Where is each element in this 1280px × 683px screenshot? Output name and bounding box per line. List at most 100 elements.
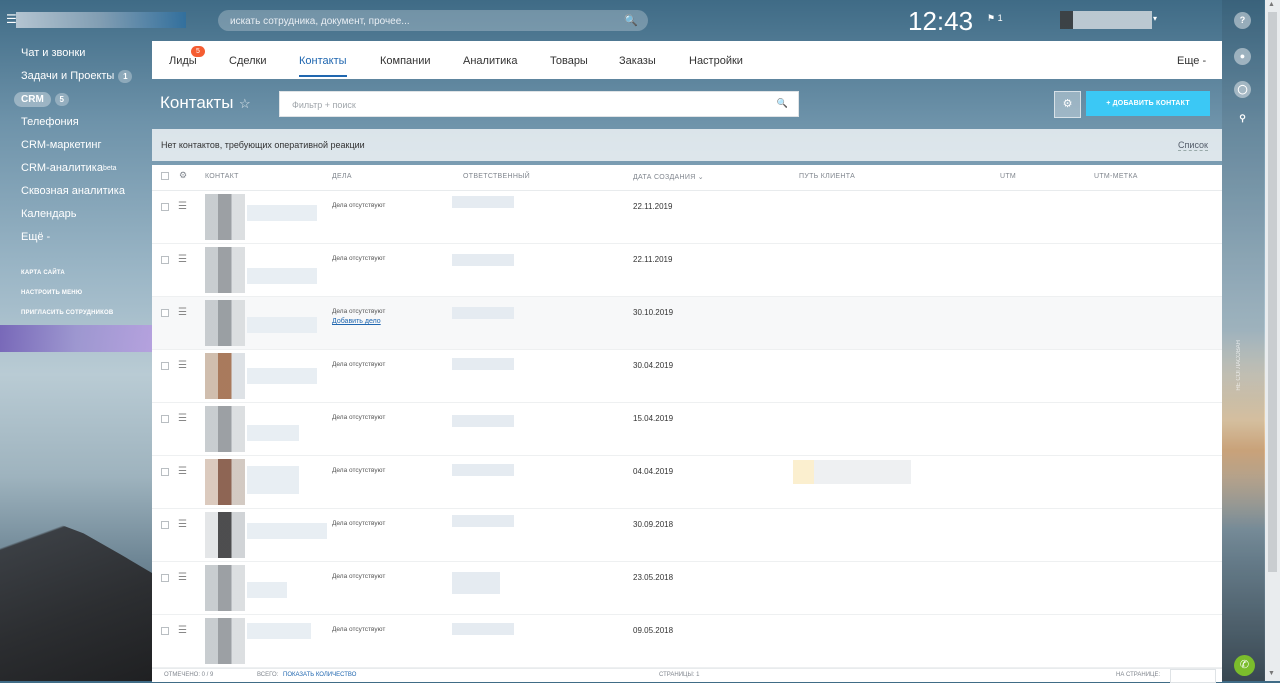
client-path[interactable] (793, 460, 911, 484)
user-avatar-name[interactable] (1060, 11, 1152, 29)
contact-name[interactable] (247, 466, 299, 494)
column-utm[interactable]: UTM (1000, 173, 1016, 180)
column-utm-tag[interactable]: UTM-МЕТКА (1094, 173, 1138, 180)
tab-companies[interactable]: Компании (380, 55, 431, 67)
column-deals[interactable]: ДЕЛА (332, 173, 352, 180)
table-row[interactable]: ☰ Дела отсутствуют 22.11.2019 (152, 244, 1222, 297)
filter-search-input[interactable] (290, 92, 764, 118)
add-deal-link[interactable]: Добавить дело (332, 318, 381, 325)
responsible-user[interactable] (452, 515, 514, 527)
menu-configure[interactable]: НАСТРОИТЬ МЕНЮ (0, 283, 152, 303)
row-checkbox[interactable] (161, 627, 169, 635)
promo-banner[interactable] (0, 325, 152, 352)
flag-counter[interactable]: ⚑ 1 (987, 13, 1003, 24)
column-created-date[interactable]: ДАТА СОЗДАНИЯ ⌄ (633, 173, 704, 181)
table-row[interactable]: ☰ Дела отсутствуют 15.04.2019 (152, 403, 1222, 456)
star-icon[interactable]: ☆ (239, 96, 251, 112)
table-row[interactable]: ☰ Дела отсутствуют 30.04.2019 (152, 350, 1222, 403)
column-settings-gear-icon[interactable]: ⚙ (179, 170, 187, 181)
row-checkbox[interactable] (161, 309, 169, 317)
column-contact[interactable]: КОНТАКТ (205, 173, 239, 180)
avatar[interactable] (205, 459, 245, 505)
tab-deals[interactable]: Сделки (229, 55, 267, 67)
contact-name[interactable] (247, 317, 317, 333)
menu-item-calendar[interactable]: Календарь (0, 203, 152, 226)
help-icon[interactable]: ? (1234, 12, 1251, 29)
row-checkbox[interactable] (161, 574, 169, 582)
responsible-user[interactable] (452, 415, 514, 427)
menu-item-end-to-end-analytics[interactable]: Сквозная аналитика (0, 180, 152, 203)
responsible-user[interactable] (452, 358, 514, 370)
contact-name[interactable] (247, 205, 317, 221)
show-count-link[interactable]: ПОКАЗАТЬ КОЛИЧЕСТВО (283, 672, 356, 678)
tab-analytics[interactable]: Аналитика (463, 55, 517, 67)
column-client-path[interactable]: ПУТЬ КЛИЕНТА (799, 173, 855, 180)
responsible-user[interactable] (452, 572, 500, 594)
tab-settings[interactable]: Настройки (689, 55, 743, 67)
scroll-up-icon[interactable]: ▲ (1268, 1, 1275, 8)
contact-name[interactable] (247, 623, 311, 639)
avatar[interactable] (205, 618, 245, 664)
tab-orders[interactable]: Заказы (619, 55, 656, 67)
row-menu-icon[interactable]: ☰ (178, 519, 187, 530)
responsible-user[interactable] (452, 464, 514, 476)
clock[interactable]: 12:43 (908, 6, 973, 37)
row-checkbox[interactable] (161, 521, 169, 529)
row-checkbox[interactable] (161, 203, 169, 211)
tab-products[interactable]: Товары (550, 55, 588, 67)
portal-logo[interactable] (16, 12, 186, 28)
menu-item-tasks[interactable]: Задачи и Проекты 1 (0, 65, 152, 88)
row-checkbox[interactable] (161, 468, 169, 476)
page-scrollbar[interactable]: ▲ ▼ (1265, 0, 1280, 681)
search-icon[interactable]: ⚲ (1234, 110, 1251, 127)
search-icon[interactable]: 🔍 (777, 98, 788, 109)
avatar[interactable] (205, 565, 245, 611)
menu-item-crm-analytics[interactable]: CRM-аналитикаbeta (0, 157, 152, 180)
search-icon[interactable]: 🔍 (624, 14, 638, 27)
contact-name[interactable] (247, 582, 287, 598)
row-menu-icon[interactable]: ☰ (178, 360, 187, 371)
row-menu-icon[interactable]: ☰ (178, 201, 187, 212)
view-list-toggle[interactable]: Список (1178, 140, 1208, 151)
tab-contacts[interactable]: Контакты (299, 55, 347, 77)
avatar[interactable] (205, 406, 245, 452)
responsible-user[interactable] (452, 623, 514, 635)
add-contact-button[interactable]: + ДОБАВИТЬ КОНТАКТ (1086, 91, 1210, 116)
chevron-down-icon[interactable]: ▾ (1153, 14, 1157, 23)
phone-icon[interactable]: ✆ (1234, 655, 1255, 676)
responsible-user[interactable] (452, 307, 514, 319)
contact-name[interactable] (247, 425, 299, 441)
row-menu-icon[interactable]: ☰ (178, 307, 187, 318)
row-menu-icon[interactable]: ☰ (178, 466, 187, 477)
column-responsible[interactable]: ОТВЕТСТВЕННЫЙ (463, 173, 530, 180)
contact-name[interactable] (247, 523, 327, 539)
notification-bell-icon[interactable]: ● (1234, 48, 1251, 65)
menu-item-chat[interactable]: Чат и звонки (0, 42, 152, 65)
avatar[interactable] (205, 247, 245, 293)
menu-sitemap[interactable]: КАРТА САЙТА (0, 263, 152, 283)
tab-more[interactable]: Еще - (1177, 55, 1206, 67)
avatar[interactable] (205, 353, 245, 399)
contact-name[interactable] (247, 268, 317, 284)
row-checkbox[interactable] (161, 362, 169, 370)
table-row[interactable]: ☰ Дела отсутствуют Добавить дело 30.10.2… (152, 297, 1222, 350)
table-row[interactable]: ☰ Дела отсутствуют 04.04.2019 (152, 456, 1222, 509)
menu-burger-icon[interactable]: ☰ (6, 13, 17, 25)
row-menu-icon[interactable]: ☰ (178, 254, 187, 265)
contact-name[interactable] (247, 368, 317, 384)
chat-icon[interactable]: ◯ (1234, 81, 1251, 98)
avatar[interactable] (205, 300, 245, 346)
scrollbar-thumb[interactable] (1268, 12, 1277, 572)
responsible-user[interactable] (452, 254, 514, 266)
responsible-user[interactable] (452, 196, 514, 208)
scroll-down-icon[interactable]: ▼ (1268, 670, 1275, 677)
tab-leads[interactable]: Лиды 5 (169, 46, 205, 67)
row-checkbox[interactable] (161, 256, 169, 264)
row-menu-icon[interactable]: ☰ (178, 413, 187, 424)
avatar[interactable] (205, 512, 245, 558)
row-menu-icon[interactable]: ☰ (178, 572, 187, 583)
avatar[interactable] (205, 194, 245, 240)
select-all-checkbox[interactable] (161, 172, 169, 180)
row-menu-icon[interactable]: ☰ (178, 625, 187, 636)
table-row[interactable]: ☰ Дела отсутствуют 30.09.2018 (152, 509, 1222, 562)
